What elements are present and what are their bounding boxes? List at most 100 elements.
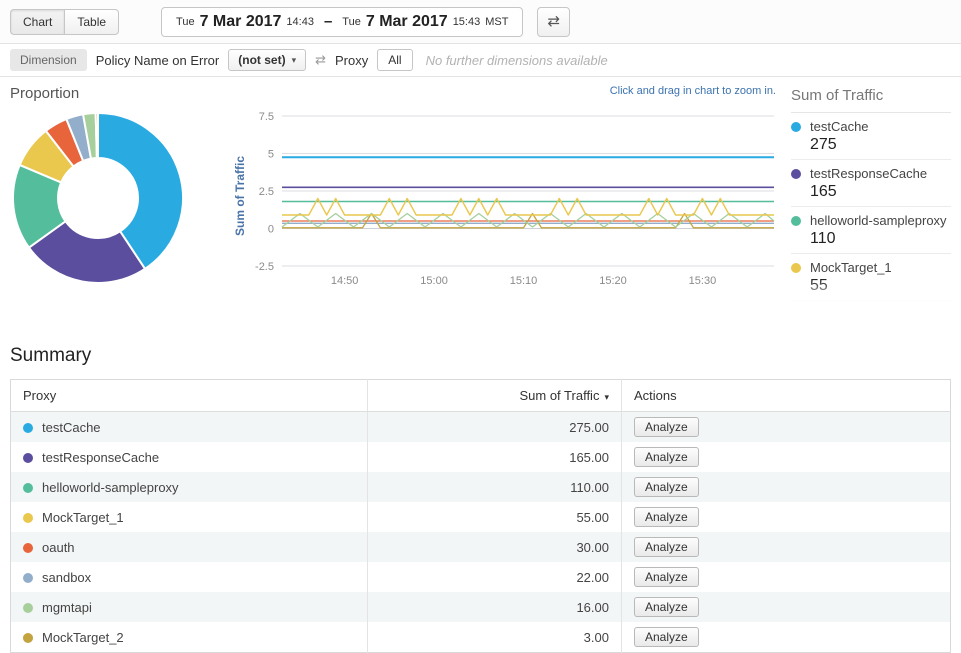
analyze-button[interactable]: Analyze <box>634 627 699 647</box>
summary-title: Summary <box>10 345 951 367</box>
donut-slice[interactable] <box>96 113 98 158</box>
proxy-name: helloworld-sampleproxy <box>42 480 179 495</box>
timezone-label: MST <box>485 16 508 28</box>
traffic-value-cell: 55.00 <box>368 502 622 532</box>
legend-series-name: testResponseCache <box>810 166 927 181</box>
table-row: testCache 275.00 Analyze <box>11 412 951 443</box>
dimension-bar: Dimension Policy Name on Error (not set)… <box>0 44 961 77</box>
chevron-down-icon: ▾ <box>292 55 297 66</box>
end-time: 15:43 <box>453 16 481 28</box>
proxy-cell: sandbox <box>11 562 368 592</box>
chart-legend: Sum of Traffic testCache275testResponseC… <box>791 87 961 301</box>
table-row: testResponseCache 165.00 Analyze <box>11 442 951 472</box>
tab-chart[interactable]: Chart <box>10 9 64 35</box>
range-separator: – <box>324 13 332 30</box>
y-tick-label: 5 <box>268 149 274 161</box>
traffic-value-cell: 275.00 <box>368 412 622 443</box>
refresh-icon: ⇄ <box>547 13 560 30</box>
series-color-dot <box>791 122 801 132</box>
table-row: MockTarget_1 55.00 Analyze <box>11 502 951 532</box>
table-row: helloworld-sampleproxy 110.00 Analyze <box>11 472 951 502</box>
dimension-name-label: Policy Name on Error <box>96 53 220 68</box>
sort-caret-icon: ▾ <box>604 392 609 402</box>
tab-table[interactable]: Table <box>64 9 119 35</box>
actions-cell: Analyze <box>621 532 950 562</box>
drilldown-arrows-icon: ⇄ <box>315 52 326 68</box>
proxy-cell: MockTarget_1 <box>11 502 368 532</box>
analyze-button[interactable]: Analyze <box>634 567 699 587</box>
proportion-title: Proportion <box>10 85 186 102</box>
traffic-value-cell: 16.00 <box>368 592 622 622</box>
legend-series-value: 55 <box>810 277 951 295</box>
y-tick-label: 0 <box>268 224 274 236</box>
analyze-button[interactable]: Analyze <box>634 417 699 437</box>
date-range-picker[interactable]: Tue 7 Mar 2017 14:43 – Tue 7 Mar 2017 15… <box>161 7 523 37</box>
legend-series-value: 110 <box>810 230 951 248</box>
proxy-name: mgmtapi <box>42 600 92 615</box>
analyze-button[interactable]: Analyze <box>634 447 699 467</box>
proxy-all-button[interactable]: All <box>377 49 412 71</box>
toolbar: Chart Table Tue 7 Mar 2017 14:43 – Tue 7… <box>0 0 961 44</box>
legend-title: Sum of Traffic <box>791 87 951 113</box>
x-tick-label: 15:20 <box>599 275 627 287</box>
refresh-button[interactable]: ⇄ <box>537 7 570 37</box>
proxy-cell: mgmtapi <box>11 592 368 622</box>
series-color-dot <box>23 513 33 523</box>
traffic-value-cell: 110.00 <box>368 472 622 502</box>
series-color-dot <box>23 483 33 493</box>
legend-items: testCache275testResponseCache165hellowor… <box>791 113 951 301</box>
x-tick-label: 15:30 <box>689 275 717 287</box>
actions-cell: Analyze <box>621 592 950 622</box>
traffic-line-chart-block: Click and drag in chart to zoom in. 7.55… <box>232 85 784 295</box>
proxy-dimension-label: Proxy <box>335 53 368 68</box>
traffic-line-chart[interactable]: 7.552.50-2.514:5015:0015:1015:2015:30Sum… <box>232 101 784 295</box>
series-color-dot <box>23 573 33 583</box>
dimension-value-dropdown[interactable]: (not set) ▾ <box>228 49 306 71</box>
proxy-name: oauth <box>42 540 75 555</box>
analyze-button[interactable]: Analyze <box>634 507 699 527</box>
actions-cell: Analyze <box>621 622 950 653</box>
table-row: MockTarget_23.00Analyze <box>11 622 951 653</box>
traffic-value-cell: 3.00 <box>368 622 622 653</box>
proxy-name: testResponseCache <box>42 450 159 465</box>
legend-item[interactable]: helloworld-sampleproxy 110 <box>791 207 951 254</box>
dimension-chip[interactable]: Dimension <box>10 49 87 71</box>
series-color-dot <box>791 263 801 273</box>
table-header-row: Proxy Sum of Traffic▾ Actions <box>11 380 951 412</box>
x-tick-label: 14:50 <box>331 275 359 287</box>
legend-series-name: helloworld-sampleproxy <box>810 213 947 228</box>
legend-item[interactable]: testCache275 <box>791 113 951 160</box>
analyze-button[interactable]: Analyze <box>634 597 699 617</box>
series-color-dot <box>23 423 33 433</box>
proxy-name: MockTarget_1 <box>42 510 124 525</box>
column-header-proxy[interactable]: Proxy <box>11 380 368 412</box>
summary-table: Proxy Sum of Traffic▾ Actions testCache 2… <box>10 379 951 653</box>
analyze-button[interactable]: Analyze <box>634 477 699 497</box>
y-tick-label: 2.5 <box>259 186 274 198</box>
start-day: Tue <box>176 16 195 28</box>
legend-item[interactable]: MockTarget_1 55 <box>791 254 951 301</box>
column-header-actions: Actions <box>621 380 950 412</box>
proxy-cell: oauth <box>11 532 368 562</box>
table-row: sandbox 22.00 Analyze <box>11 562 951 592</box>
legend-series-name: MockTarget_1 <box>810 260 892 275</box>
series-color-dot <box>23 543 33 553</box>
legend-item[interactable]: testResponseCache165 <box>791 160 951 207</box>
traffic-value-cell: 22.00 <box>368 562 622 592</box>
proxy-name: testCache <box>42 420 101 435</box>
analyze-button[interactable]: Analyze <box>634 537 699 557</box>
traffic-value-cell: 165.00 <box>368 442 622 472</box>
proportion-donut-chart[interactable] <box>10 110 186 286</box>
dimension-selected-value: (not set) <box>238 53 285 67</box>
proxy-cell: helloworld-sampleproxy <box>11 472 368 502</box>
column-header-sum-of-traffic[interactable]: Sum of Traffic▾ <box>368 380 622 412</box>
proxy-name: sandbox <box>42 570 91 585</box>
traffic-value-cell: 30.00 <box>368 532 622 562</box>
actions-cell: Analyze <box>621 412 950 443</box>
y-tick-label: 7.5 <box>259 111 274 123</box>
summary-section: Summary Proxy Sum of Traffic▾ Actions te… <box>0 345 961 653</box>
view-toggle: Chart Table <box>10 9 119 35</box>
series-color-dot <box>23 633 33 643</box>
table-row: mgmtapi 16.00 Analyze <box>11 592 951 622</box>
actions-cell: Analyze <box>621 502 950 532</box>
